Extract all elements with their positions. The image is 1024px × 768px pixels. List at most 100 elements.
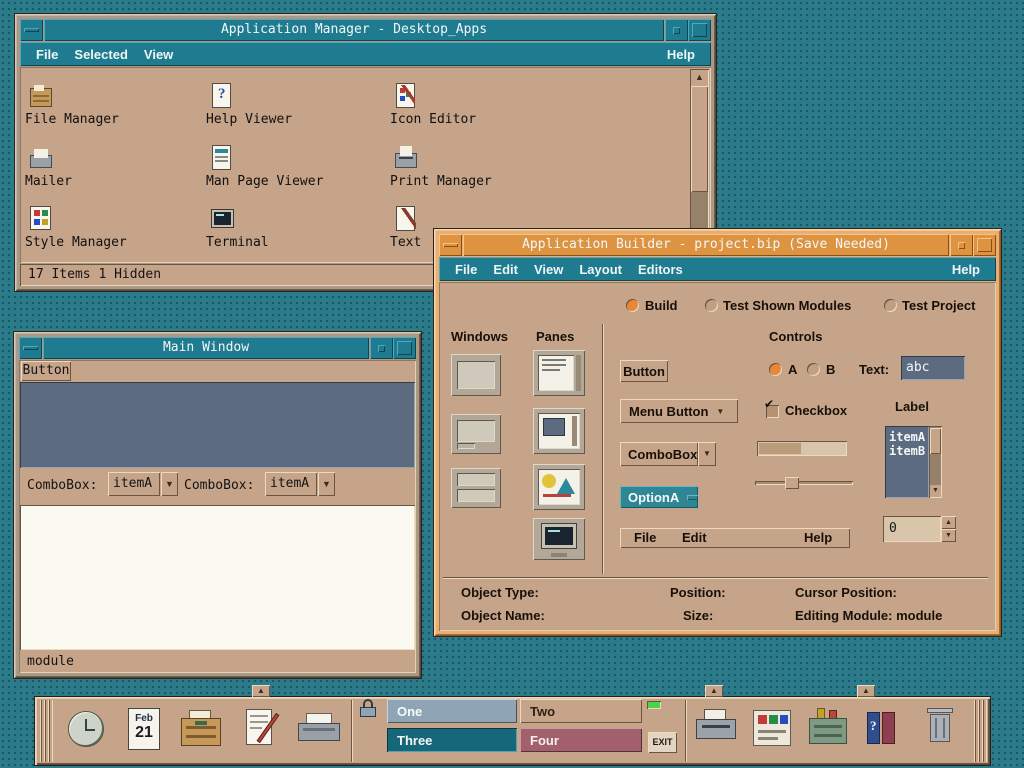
test-shown-modules-radio[interactable] [705,299,718,312]
window-menu-button[interactable] [20,19,43,41]
subpanel-arrow-printer[interactable]: ▲ [705,685,723,697]
mailer-launcher[interactable] [295,701,345,761]
file-manager-launcher[interactable] [177,701,227,761]
app-icon-help-viewer[interactable]: ? Help Viewer [206,83,381,127]
clock-launcher[interactable] [61,701,111,761]
app-icon-print-manager[interactable]: Print Manager [390,145,565,189]
pane-text-thumbnail[interactable] [533,350,585,396]
up-arrow-icon: ▲ [941,516,956,529]
style-manager-launcher[interactable] [747,701,797,761]
window-main-thumbnail[interactable] [451,354,501,396]
scrollbar-thumb[interactable] [691,86,708,192]
maximize-button[interactable] [393,337,416,359]
scale-thumb[interactable] [785,477,799,489]
palette-radio-a[interactable] [769,363,782,376]
main-window-titlebar[interactable]: Main Window [19,337,416,359]
palette-button[interactable]: Button [620,360,668,382]
palette-combobox[interactable]: ComboBox [620,442,698,466]
build-radio-label[interactable]: Build [645,298,678,313]
pane-scrolled-window-thumbnail[interactable] [533,408,585,454]
minimize-button[interactable] [665,19,688,41]
app-icon-file-manager[interactable]: File Manager [25,83,200,127]
list-item[interactable]: itemA [889,430,929,444]
palette-text-field[interactable]: abc [901,356,965,380]
list-scrollbar[interactable]: ▼ [929,426,942,498]
palette-menubar[interactable]: File Edit Help [620,528,850,548]
test-project-label[interactable]: Test Project [902,298,975,313]
exit-button[interactable]: EXIT [648,732,677,753]
test-shown-modules-label[interactable]: Test Shown Modules [723,298,851,313]
menu-view[interactable]: View [526,259,571,280]
combobox-arrow-button[interactable]: ▼ [698,442,716,466]
text-note-launcher[interactable] [237,701,287,761]
sample-menu-edit[interactable]: Edit [682,530,707,545]
palette-radio-b[interactable] [807,363,820,376]
minimize-button[interactable] [370,337,393,359]
menu-view[interactable]: View [136,44,181,65]
pane-draw-area-thumbnail[interactable] [533,464,585,510]
spin-up-button[interactable]: ▲ [941,516,956,529]
menu-help[interactable]: Help [659,44,703,65]
sample-menu-help[interactable]: Help [804,530,832,545]
radio-a-label[interactable]: A [788,362,797,377]
maximize-button[interactable] [688,19,711,41]
check-icon: ✔ [764,397,774,411]
menu-help[interactable]: Help [944,259,988,280]
workspace-button-one[interactable]: One [387,699,517,723]
trash-launcher[interactable] [915,701,965,761]
build-radio[interactable] [626,299,639,312]
workspace-button-three[interactable]: Three [387,728,517,752]
radio-b-label[interactable]: B [826,362,835,377]
app-icon-mailer[interactable]: Mailer [25,145,200,189]
menu-edit[interactable]: Edit [485,259,526,280]
app-icon-terminal[interactable]: Terminal [206,206,381,250]
lock-icon[interactable] [360,699,376,718]
palette-scale[interactable] [755,476,853,490]
subpanel-arrow-help[interactable]: ▲ [857,685,875,697]
printer-launcher[interactable] [691,701,741,761]
palette-menu-button[interactable]: Menu Button ▼ [620,399,738,423]
workspace-button-two[interactable]: Two [520,699,642,723]
help-launcher[interactable]: ? [857,701,907,761]
text-pane[interactable] [20,505,415,650]
pane-terminal-thumbnail[interactable] [533,518,585,560]
combobox-field[interactable]: itemA [265,472,317,496]
palette-option-menu[interactable]: OptionA [620,486,698,508]
subpanel-arrow-notes[interactable]: ▲ [252,685,270,697]
spin-down-button[interactable]: ▼ [941,529,956,542]
menu-file[interactable]: File [28,44,66,65]
combobox-arrow-button[interactable]: ▼ [161,472,178,496]
minimize-button[interactable] [950,234,973,256]
checkbox-label[interactable]: Checkbox [785,403,847,418]
list-item[interactable]: itemB [889,444,929,458]
app-icon-man-page-viewer[interactable]: Man Page Viewer [206,145,381,189]
applications-launcher[interactable] [803,701,853,761]
palette-list[interactable]: itemA itemB [885,426,929,498]
app-icon-icon-editor[interactable]: Icon Editor [390,83,565,127]
maximize-icon [397,341,412,355]
menu-file[interactable]: File [447,259,485,280]
list-scroll-down-button[interactable]: ▼ [930,485,941,497]
calendar-launcher[interactable]: Feb 21 [119,701,169,761]
test-project-radio[interactable] [884,299,897,312]
window-menu-button[interactable] [19,337,42,359]
workspace-button-four[interactable]: Four [520,728,642,752]
button-widget[interactable]: Button [21,361,71,381]
window-custom-dialog-thumbnail[interactable] [451,414,501,454]
menu-editors[interactable]: Editors [630,259,691,280]
application-manager-titlebar[interactable]: Application Manager - Desktop_Apps [20,19,711,41]
window-file-dialog-thumbnail[interactable] [451,468,501,508]
minimize-icon [378,345,385,352]
combobox-field[interactable]: itemA [108,472,160,496]
maximize-button[interactable] [973,234,996,256]
menu-selected[interactable]: Selected [66,44,135,65]
scroll-up-button[interactable]: ▲ [691,70,708,86]
palette-spinbox[interactable]: 0 [883,516,941,542]
sample-menu-file[interactable]: File [634,530,656,545]
list-scrollbar-thumb[interactable] [930,428,941,454]
application-builder-titlebar[interactable]: Application Builder - project.bip (Save … [439,234,996,256]
combobox-arrow-button[interactable]: ▼ [318,472,335,496]
window-menu-button[interactable] [439,234,462,256]
app-icon-style-manager[interactable]: Style Manager [25,206,200,250]
menu-layout[interactable]: Layout [571,259,630,280]
